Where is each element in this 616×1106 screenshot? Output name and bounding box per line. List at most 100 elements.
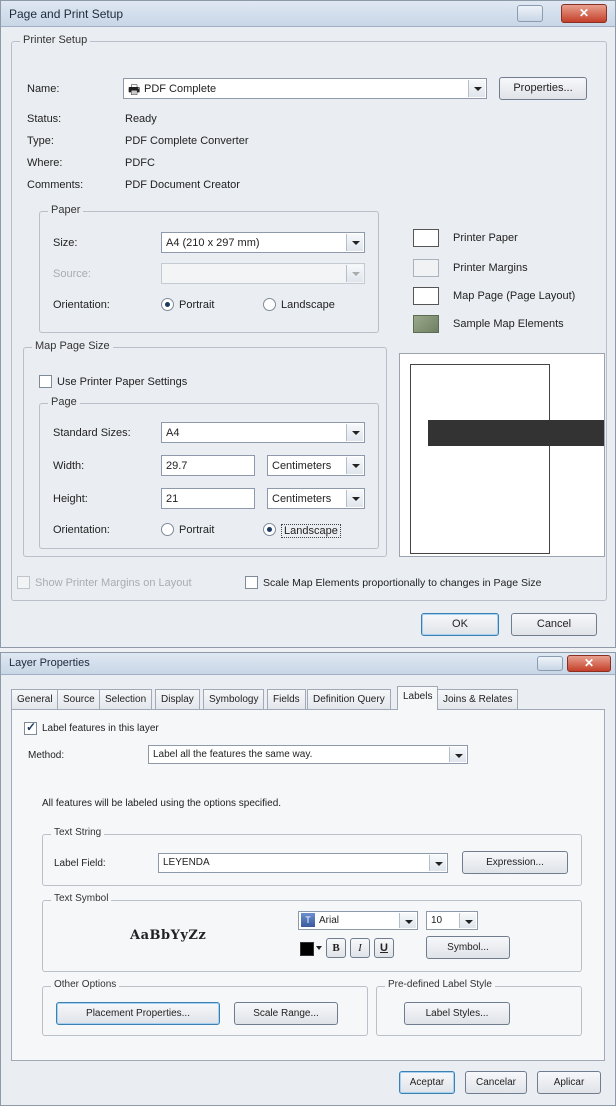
printer-paper-swatch	[413, 229, 439, 247]
height-unit-value: Centimeters	[272, 493, 332, 505]
paper-portrait-radio[interactable]	[161, 298, 174, 311]
chevron-down-icon[interactable]	[459, 913, 476, 928]
method-label: Method:	[28, 750, 65, 761]
height-unit-select[interactable]: Centimeters	[267, 488, 365, 509]
chevron-down-icon[interactable]	[346, 234, 363, 251]
page-landscape-radio[interactable]	[263, 523, 276, 536]
printer-name-select[interactable]: 🖶 PDF Complete	[123, 78, 487, 99]
printer-margins-key: Printer Margins	[453, 262, 528, 274]
scale-elements-checkbox[interactable]	[245, 576, 258, 589]
layer-properties-title: Layer Properties	[9, 657, 90, 669]
ok-button[interactable]: OK	[421, 613, 499, 636]
chevron-down-icon[interactable]	[449, 747, 466, 762]
cancel-button[interactable]: Cancel	[511, 613, 597, 636]
scale-elements-label[interactable]: Scale Map Elements proportionally to cha…	[263, 577, 541, 589]
symbol-button[interactable]: Symbol...	[426, 936, 510, 959]
chevron-down-icon[interactable]	[468, 80, 485, 97]
tab-display[interactable]: Display	[155, 689, 200, 709]
chevron-down-icon[interactable]	[346, 457, 363, 474]
paper-portrait-label[interactable]: Portrait	[179, 299, 214, 311]
sample-map-swatch	[413, 315, 439, 333]
font-size-select[interactable]: 10	[426, 911, 478, 930]
tab-source[interactable]: Source	[57, 689, 101, 709]
layer-properties-titlebar[interactable]: Layer Properties ✕	[1, 653, 615, 675]
expression-button[interactable]: Expression...	[462, 851, 568, 874]
scale-range-button[interactable]: Scale Range...	[234, 1002, 338, 1025]
tab-labels[interactable]: Labels	[397, 686, 439, 710]
close-button[interactable]: ✕	[561, 4, 607, 23]
label-features-checkbox[interactable]	[24, 720, 37, 735]
page-portrait-radio[interactable]	[161, 523, 174, 536]
tab-definition-query[interactable]: Definition Query	[307, 689, 391, 709]
printer-margins-swatch	[413, 259, 439, 277]
show-margins-checkbox	[17, 576, 30, 589]
aplicar-button[interactable]: Aplicar	[537, 1071, 601, 1094]
method-select[interactable]: Label all the features the same way.	[148, 745, 468, 764]
color-dropdown-icon[interactable]	[316, 946, 322, 950]
font-select[interactable]: T Arial	[298, 911, 418, 930]
source-label: Source:	[53, 268, 91, 280]
height-value: 21	[166, 493, 179, 505]
paper-legend: Paper	[48, 204, 84, 216]
cancelar-button[interactable]: Cancelar	[465, 1071, 527, 1094]
page-setup-dialog: Page and Print Setup ✕ Printer Setup Nam…	[0, 0, 616, 648]
where-value: PDFC	[125, 157, 155, 169]
italic-button[interactable]: I	[350, 938, 370, 958]
bold-button[interactable]: B	[326, 938, 346, 958]
width-input[interactable]: 29.7	[161, 455, 255, 476]
chevron-down-icon[interactable]	[346, 490, 363, 507]
paper-landscape-label[interactable]: Landscape	[281, 299, 335, 311]
preview-map-page	[428, 420, 604, 446]
standard-sizes-select[interactable]: A4	[161, 422, 365, 443]
chevron-down-icon[interactable]	[346, 424, 363, 441]
printer-name-value: PDF Complete	[144, 83, 217, 95]
tab-strip: General Source Selection Display Symbolo…	[11, 686, 607, 711]
properties-button[interactable]: Properties...	[499, 77, 587, 100]
paper-orientation-label: Orientation:	[53, 299, 110, 311]
chevron-down-icon[interactable]	[429, 855, 446, 871]
page-portrait-label[interactable]: Portrait	[179, 524, 214, 536]
help-button[interactable]	[537, 656, 563, 671]
tab-selection[interactable]: Selection	[99, 689, 153, 709]
paper-landscape-radio[interactable]	[263, 298, 276, 311]
aceptar-button[interactable]: Aceptar	[399, 1071, 455, 1094]
tab-joins-relates[interactable]: Joins & Relates	[437, 689, 519, 709]
font-icon: T	[301, 913, 315, 927]
page-landscape-label[interactable]: Landscape	[281, 524, 341, 538]
close-button[interactable]: ✕	[567, 655, 611, 672]
help-button[interactable]	[517, 5, 543, 22]
width-unit-select[interactable]: Centimeters	[267, 455, 365, 476]
type-value: PDF Complete Converter	[125, 135, 249, 147]
size-label: Size:	[53, 237, 78, 249]
comments-value: PDF Document Creator	[125, 179, 240, 191]
width-value: 29.7	[166, 460, 188, 472]
where-label: Where:	[27, 157, 63, 169]
text-string-legend: Text String	[51, 827, 105, 838]
other-options-legend: Other Options	[51, 979, 120, 990]
predefined-legend: Pre-defined Label Style	[385, 979, 495, 990]
label-features-label[interactable]: Label features in this layer	[42, 723, 159, 734]
label-styles-button[interactable]: Label Styles...	[404, 1002, 510, 1025]
placement-properties-button[interactable]: Placement Properties...	[56, 1002, 220, 1025]
symbol-preview: AaBbYyZz	[130, 928, 207, 943]
underline-button[interactable]: U	[374, 938, 394, 958]
paper-size-select[interactable]: A4 (210 x 297 mm)	[161, 232, 365, 253]
chevron-down-icon	[346, 265, 363, 282]
label-field-select[interactable]: LEYENDA	[158, 853, 448, 873]
sample-map-key: Sample Map Elements	[453, 318, 564, 330]
use-printer-paper-label[interactable]: Use Printer Paper Settings	[57, 376, 187, 388]
tab-general[interactable]: General	[11, 689, 59, 709]
chevron-down-icon[interactable]	[399, 913, 416, 928]
use-printer-paper-checkbox[interactable]	[39, 375, 52, 388]
page-setup-titlebar[interactable]: Page and Print Setup ✕	[1, 1, 615, 27]
width-unit-value: Centimeters	[272, 460, 332, 472]
tab-fields[interactable]: Fields	[267, 689, 306, 709]
standard-sizes-value: A4	[166, 427, 180, 439]
color-swatch[interactable]	[300, 942, 314, 956]
paper-size-value: A4 (210 x 297 mm)	[166, 237, 260, 249]
height-input[interactable]: 21	[161, 488, 255, 509]
text-symbol-legend: Text Symbol	[51, 893, 112, 904]
tab-symbology[interactable]: Symbology	[203, 689, 265, 709]
standard-sizes-label: Standard Sizes:	[53, 427, 131, 439]
info-text: All features will be labeled using the o…	[42, 798, 282, 809]
